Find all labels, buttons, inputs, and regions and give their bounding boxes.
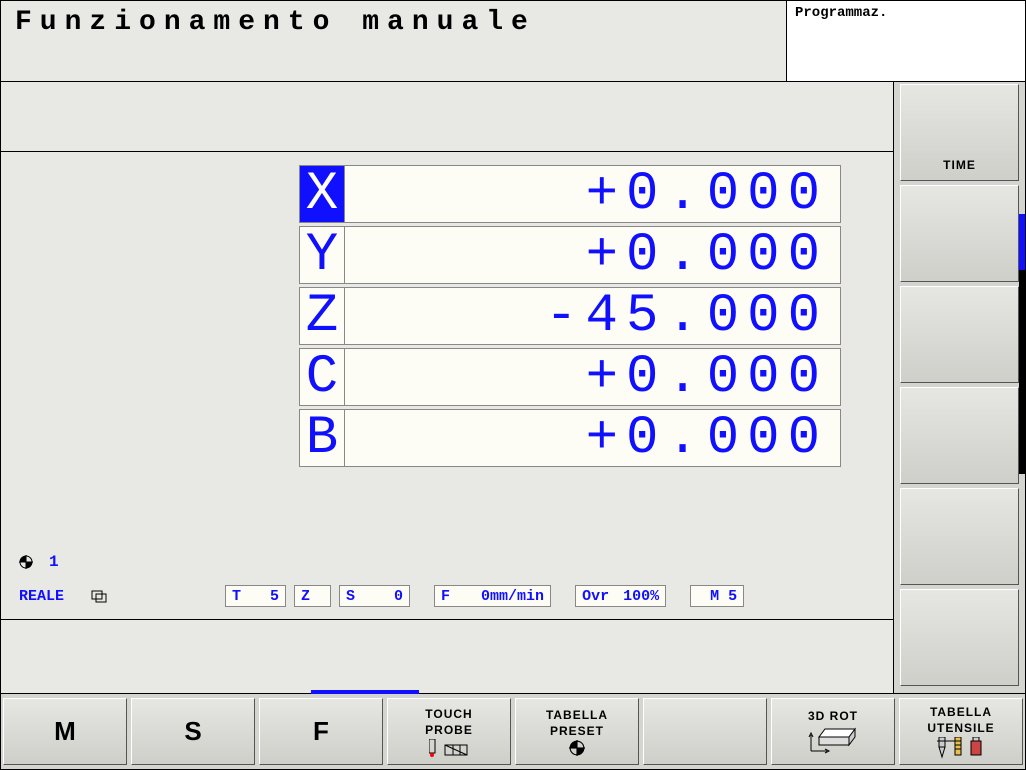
status-row: REALE T5 Z S0 F0mm/min Ovr100% M 5 — [19, 585, 881, 607]
axis-value-b: +0.000 — [345, 409, 841, 467]
transform-icon — [91, 589, 107, 603]
s-field: S0 — [339, 585, 410, 607]
axis-value-x: +0.000 — [345, 165, 841, 223]
axis-row-b[interactable]: B +0.000 — [299, 409, 893, 467]
axis-label-y: Y — [299, 226, 345, 284]
ovr-field: Ovr100% — [575, 585, 666, 607]
mode-title: Funzionamento manuale — [1, 1, 787, 81]
datum-icon — [569, 740, 585, 756]
axis-value-z: -45.000 — [345, 287, 841, 345]
softkey-touch-probe[interactable]: TOUCH PROBE — [387, 698, 511, 765]
right-button-2[interactable] — [900, 185, 1019, 282]
f-field: F0mm/min — [434, 585, 551, 607]
mode-label: REALE — [19, 588, 83, 605]
right-button-6[interactable] — [900, 589, 1019, 686]
softkey-preset-table[interactable]: TABELLA PRESET — [515, 698, 639, 765]
right-scroll-track[interactable] — [1019, 214, 1025, 474]
m-field: M 5 — [690, 585, 744, 607]
header: Funzionamento manuale Programmaz. — [0, 0, 1026, 82]
status-area: 1 REALE T5 Z S0 F0mm/min Ovr100% M 5 — [19, 553, 881, 607]
softkey-m[interactable]: M — [3, 698, 127, 765]
axis-value-c: +0.000 — [345, 348, 841, 406]
t-field: T5 — [225, 585, 286, 607]
axis-row-z[interactable]: Z -45.000 — [299, 287, 893, 345]
axis-value-y: +0.000 — [345, 226, 841, 284]
z-field: Z — [294, 585, 331, 607]
axis-row-x[interactable]: X +0.000 — [299, 165, 893, 223]
right-button-4[interactable] — [900, 387, 1019, 484]
softkey-3d-rot[interactable]: 3D ROT — [771, 698, 895, 765]
preset-row: 1 — [19, 553, 881, 571]
right-button-5[interactable] — [900, 488, 1019, 585]
softkey-tool-table[interactable]: TABELLA UTENSILE — [899, 698, 1023, 765]
axis-label-x: X — [299, 165, 345, 223]
right-button-time[interactable]: TIME — [900, 84, 1019, 181]
position-readout: X +0.000 Y +0.000 Z -45.000 C +0.000 B +… — [1, 152, 893, 620]
touch-probe-icon — [429, 739, 469, 757]
axis-label-c: C — [299, 348, 345, 406]
softkey-empty[interactable] — [643, 698, 767, 765]
softkey-page-indicator — [311, 690, 419, 694]
preset-number: 1 — [49, 553, 59, 571]
3d-rot-icon — [805, 725, 861, 755]
main-container: X +0.000 Y +0.000 Z -45.000 C +0.000 B +… — [0, 82, 1026, 694]
sub-mode[interactable]: Programmaz. — [787, 1, 1025, 81]
main-area: X +0.000 Y +0.000 Z -45.000 C +0.000 B +… — [1, 82, 893, 693]
softkey-f[interactable]: F — [259, 698, 383, 765]
tool-icons — [937, 737, 985, 759]
softkey-bar: M S F TOUCH PROBE TABELLA PRESET — [0, 694, 1026, 770]
softkey-s[interactable]: S — [131, 698, 255, 765]
datum-icon — [19, 555, 33, 569]
lower-band — [1, 620, 893, 693]
axis-label-b: B — [299, 409, 345, 467]
axis-row-c[interactable]: C +0.000 — [299, 348, 893, 406]
right-scroll-thumb[interactable] — [1019, 214, 1025, 270]
axis-row-y[interactable]: Y +0.000 — [299, 226, 893, 284]
right-softkey-column: TIME — [893, 82, 1025, 693]
axis-label-z: Z — [299, 287, 345, 345]
upper-band — [1, 82, 893, 152]
right-button-3[interactable] — [900, 286, 1019, 383]
